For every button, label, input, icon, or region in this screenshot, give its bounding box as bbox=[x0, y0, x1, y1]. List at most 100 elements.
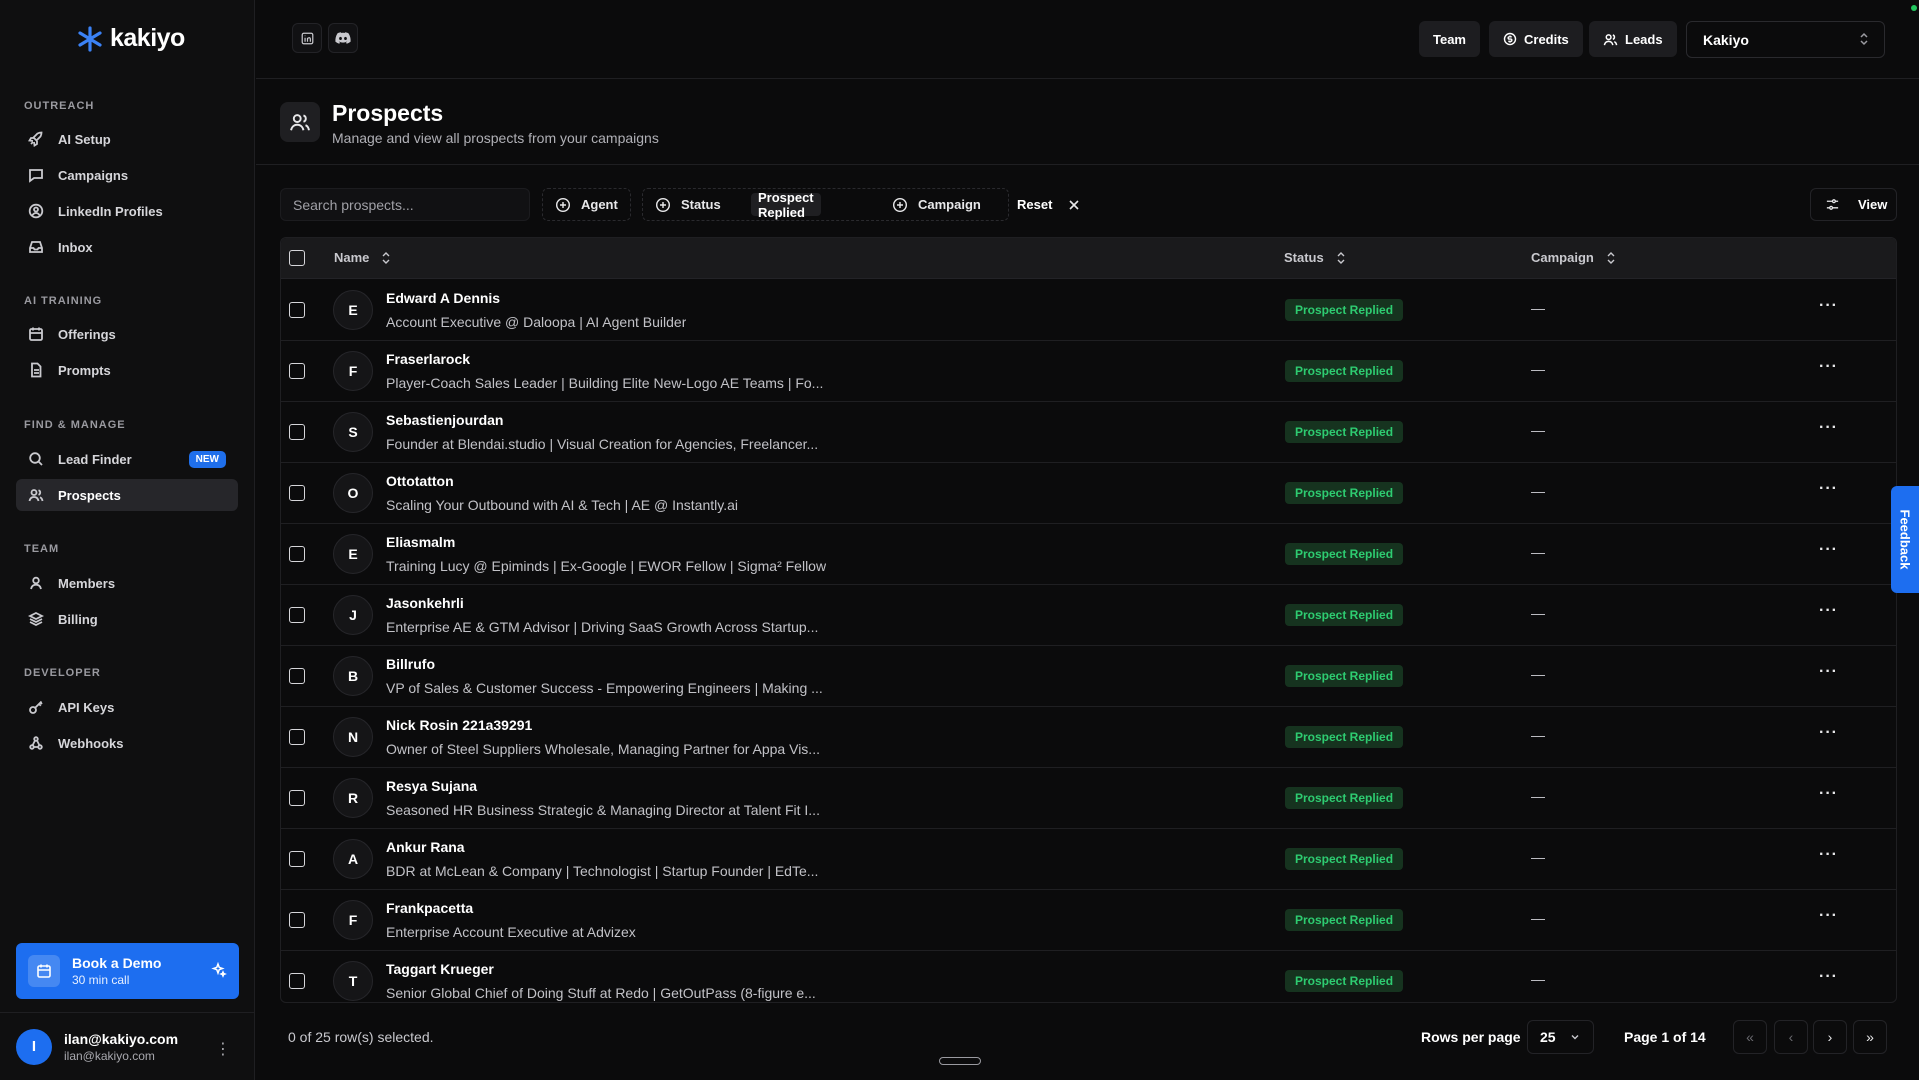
discord-button[interactable] bbox=[328, 23, 358, 53]
sidebar-item-api-keys[interactable]: API Keys bbox=[16, 691, 238, 723]
more-horizontal-icon[interactable]: ··· bbox=[1819, 358, 1838, 376]
sidebar-item-webhooks[interactable]: Webhooks bbox=[16, 727, 238, 759]
reset-button[interactable]: Reset bbox=[1017, 188, 1080, 221]
row-checkbox[interactable] bbox=[289, 485, 305, 501]
prospect-name[interactable]: Jasonkehrli bbox=[386, 595, 464, 611]
column-header-campaign[interactable]: Campaign bbox=[1531, 250, 1616, 265]
table-row[interactable]: F Frankpacetta Enterprise Account Executiv… bbox=[281, 890, 1896, 951]
campaign-cell: — bbox=[1531, 483, 1545, 499]
row-checkbox[interactable] bbox=[289, 607, 305, 623]
more-horizontal-icon[interactable]: ··· bbox=[1819, 907, 1838, 925]
select-all-checkbox[interactable] bbox=[289, 250, 305, 266]
table-row[interactable]: T Taggart Krueger Senior Global Chief of D… bbox=[281, 951, 1896, 1002]
sidebar-item-inbox[interactable]: Inbox bbox=[16, 231, 238, 263]
coin-icon bbox=[1503, 32, 1517, 46]
more-horizontal-icon[interactable]: ··· bbox=[1819, 785, 1838, 803]
table-row[interactable]: E Edward A Dennis Account Executive @ Dalo… bbox=[281, 280, 1896, 341]
prev-page-button[interactable]: ‹ bbox=[1774, 1020, 1808, 1054]
sidebar-item-members[interactable]: Members bbox=[16, 567, 238, 599]
key-icon bbox=[29, 700, 43, 714]
row-checkbox[interactable] bbox=[289, 851, 305, 867]
table-row[interactable]: B Billrufo VP of Sales & Customer Success … bbox=[281, 646, 1896, 707]
workspace-select[interactable]: Kakiyo bbox=[1686, 21, 1885, 58]
leads-button[interactable]: Leads bbox=[1589, 21, 1677, 57]
logo[interactable]: kakiyo bbox=[76, 24, 185, 53]
more-vertical-icon[interactable]: ⋮ bbox=[215, 1039, 231, 1059]
sidebar-item-prompts[interactable]: Prompts bbox=[16, 354, 238, 386]
row-checkbox[interactable] bbox=[289, 363, 305, 379]
sidebar-item-linkedin-profiles[interactable]: LinkedIn Profiles bbox=[16, 195, 238, 227]
prospect-name[interactable]: Resya Sujana bbox=[386, 778, 477, 794]
row-checkbox[interactable] bbox=[289, 912, 305, 928]
row-checkbox[interactable] bbox=[289, 424, 305, 440]
feedback-label: Feedback bbox=[1897, 509, 1913, 570]
prospect-name[interactable]: Sebastienjourdan bbox=[386, 412, 503, 428]
prospect-name[interactable]: Eliasmalm bbox=[386, 534, 455, 550]
more-horizontal-icon[interactable]: ··· bbox=[1819, 968, 1838, 986]
credits-button[interactable]: Credits bbox=[1489, 21, 1583, 57]
more-horizontal-icon[interactable]: ··· bbox=[1819, 480, 1838, 498]
more-horizontal-icon[interactable]: ··· bbox=[1819, 846, 1838, 864]
user-account[interactable]: I ilan@kakiyo.com ilan@kakiyo.com ⋮ bbox=[0, 1012, 255, 1080]
prospect-name[interactable]: Billrufo bbox=[386, 656, 435, 672]
rocket-icon bbox=[28, 131, 43, 147]
table-row[interactable]: A Ankur Rana BDR at McLean & Company | Tec… bbox=[281, 829, 1896, 890]
sidebar-item-lead-finder[interactable]: Lead Finder NEW bbox=[16, 443, 238, 475]
prospect-name[interactable]: Ankur Rana bbox=[386, 839, 465, 855]
first-page-button[interactable]: « bbox=[1733, 1020, 1767, 1054]
sidebar-item-offerings[interactable]: Offerings bbox=[16, 318, 238, 350]
more-horizontal-icon[interactable]: ··· bbox=[1819, 602, 1838, 620]
campaign-cell: — bbox=[1531, 971, 1545, 987]
more-horizontal-icon[interactable]: ··· bbox=[1819, 663, 1838, 681]
more-horizontal-icon[interactable]: ··· bbox=[1819, 541, 1838, 559]
table-row[interactable]: F Fraserlarock Player-Coach Sales Leader |… bbox=[281, 341, 1896, 402]
status-filter-label: Status bbox=[681, 197, 721, 212]
campaign-cell: — bbox=[1531, 727, 1545, 743]
row-checkbox[interactable] bbox=[289, 546, 305, 562]
more-horizontal-icon[interactable]: ··· bbox=[1819, 419, 1838, 437]
sort-icon bbox=[382, 251, 390, 264]
table-row[interactable]: N Nick Rosin 221a39291 Owner of Steel Supp… bbox=[281, 707, 1896, 768]
agent-filter-label: Agent bbox=[581, 197, 618, 212]
next-page-button[interactable]: › bbox=[1813, 1020, 1847, 1054]
table-row[interactable]: J Jasonkehrli Enterprise AE & GTM Advisor … bbox=[281, 585, 1896, 646]
prospect-name[interactable]: Nick Rosin 221a39291 bbox=[386, 717, 532, 733]
team-button[interactable]: Team bbox=[1419, 21, 1480, 57]
sidebar-item-ai-setup[interactable]: AI Setup bbox=[16, 123, 238, 155]
search-box[interactable] bbox=[280, 188, 530, 221]
row-checkbox[interactable] bbox=[289, 302, 305, 318]
more-horizontal-icon[interactable]: ··· bbox=[1819, 297, 1838, 315]
campaign-filter-button[interactable]: Campaign bbox=[880, 188, 993, 221]
table-row[interactable]: R Resya Sujana Seasoned HR Business Strate… bbox=[281, 768, 1896, 829]
view-button[interactable]: View bbox=[1810, 188, 1897, 221]
prospect-name[interactable]: Fraserlarock bbox=[386, 351, 470, 367]
row-checkbox[interactable] bbox=[289, 668, 305, 684]
table-row[interactable]: O Ottotatton Scaling Your Outbound with AI… bbox=[281, 463, 1896, 524]
sidebar-item-campaigns[interactable]: Campaigns bbox=[16, 159, 238, 191]
column-header-name[interactable]: Name bbox=[334, 250, 391, 265]
book-demo-button[interactable]: Book a Demo 30 min call bbox=[16, 943, 239, 999]
more-horizontal-icon[interactable]: ··· bbox=[1819, 724, 1838, 742]
row-checkbox[interactable] bbox=[289, 729, 305, 745]
sidebar-item-prospects[interactable]: Prospects bbox=[16, 479, 238, 511]
sparkle-icon bbox=[211, 962, 227, 978]
table-row[interactable]: S Sebastienjourdan Founder at Blendai.stud… bbox=[281, 402, 1896, 463]
row-checkbox[interactable] bbox=[289, 790, 305, 806]
agent-filter-button[interactable]: Agent bbox=[542, 188, 631, 221]
last-page-button[interactable]: » bbox=[1853, 1020, 1887, 1054]
sidebar-item-billing[interactable]: Billing bbox=[16, 603, 238, 635]
prospect-name[interactable]: Taggart Krueger bbox=[386, 961, 494, 977]
prospect-name[interactable]: Ottotatton bbox=[386, 473, 454, 489]
linkedin-button[interactable] bbox=[292, 23, 322, 53]
campaign-cell: — bbox=[1531, 300, 1545, 316]
row-checkbox[interactable] bbox=[289, 973, 305, 989]
prospect-name[interactable]: Edward A Dennis bbox=[386, 290, 500, 306]
prospect-name[interactable]: Frankpacetta bbox=[386, 900, 473, 916]
table-row[interactable]: E Eliasmalm Training Lucy @ Epiminds | Ex-… bbox=[281, 524, 1896, 585]
rows-per-page-select[interactable]: 25 bbox=[1527, 1020, 1594, 1054]
credits-label: Credits bbox=[1524, 31, 1569, 47]
column-header-status[interactable]: Status bbox=[1284, 250, 1346, 265]
search-input[interactable] bbox=[281, 189, 529, 220]
feedback-tab[interactable]: Feedback bbox=[1891, 486, 1919, 593]
scroll-indicator[interactable] bbox=[939, 1057, 981, 1065]
